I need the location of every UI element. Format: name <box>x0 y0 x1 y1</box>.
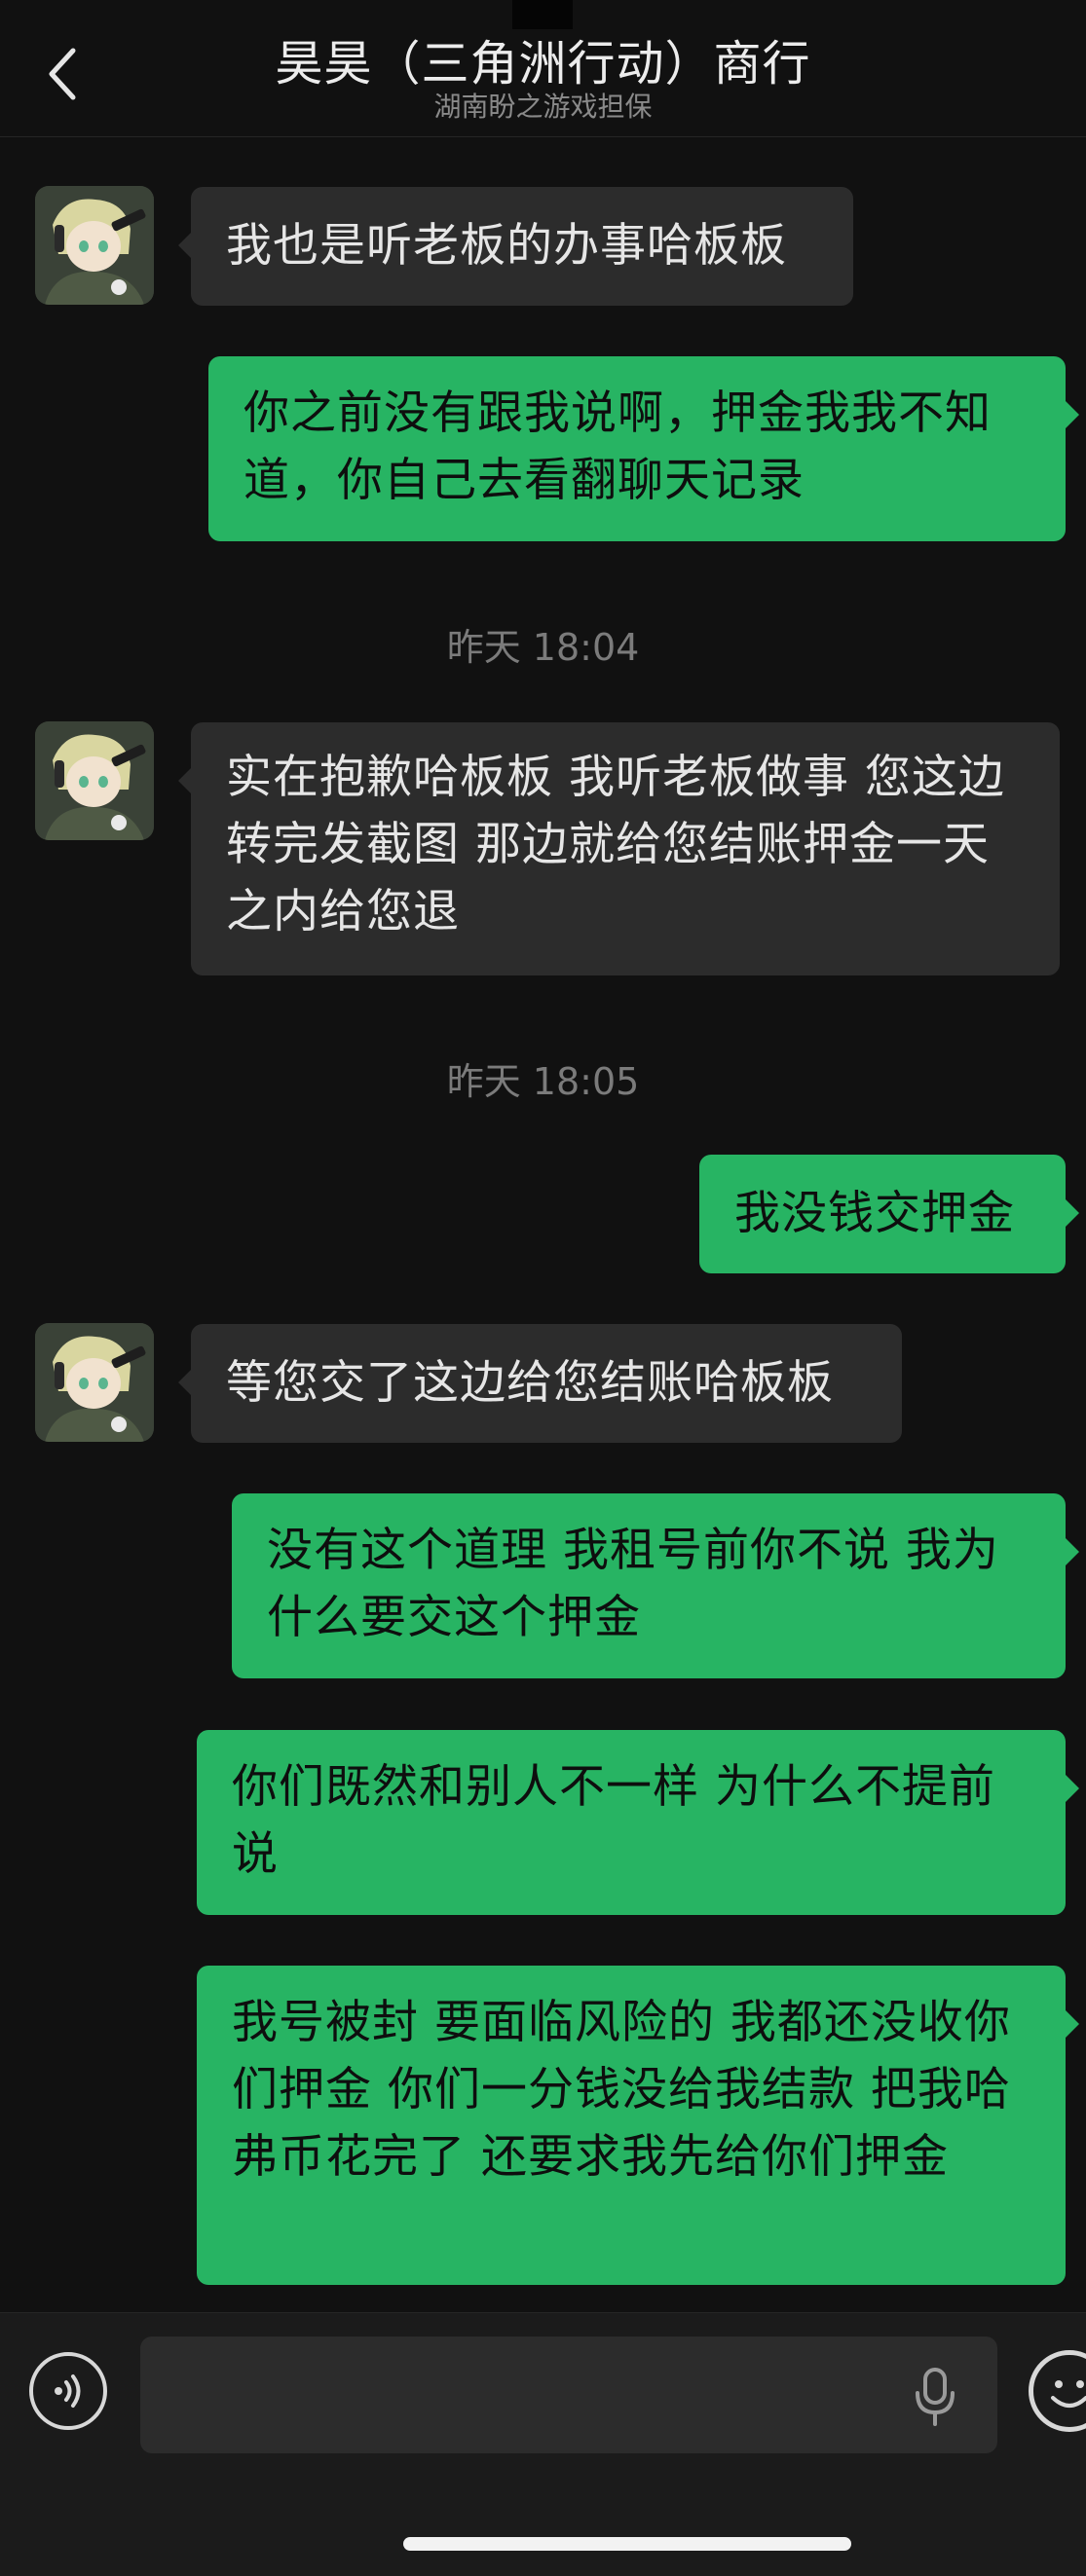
message-text: 我号被封 要面临风险的 我都还没收你们押金 你们一分钱没给我结款 把我哈弗币花完… <box>232 1996 1011 2184</box>
message-bubble-outgoing[interactable]: 没有这个道理 我租号前你不说 我为什么要交这个押金 <box>232 1493 1066 1678</box>
message-text: 等您交了这边给您结账哈板板 <box>226 1356 834 1410</box>
emoji-button[interactable] <box>1029 2350 1086 2432</box>
microphone-icon[interactable] <box>906 2366 964 2428</box>
chat-title: 昊昊（三角洲行动）商行 <box>275 36 811 92</box>
message-timestamp: 昨天 18:04 <box>446 626 640 669</box>
chat-input-bar <box>0 2312 1086 2576</box>
message-bubble-incoming[interactable]: 我也是听老板的办事哈板板 <box>191 187 853 306</box>
message-text: 你之前没有跟我说啊，押金我我不知道，你自己去看翻聊天记录 <box>243 386 992 507</box>
contact-avatar[interactable] <box>35 1323 154 1442</box>
emoji-icon <box>1051 2380 1086 2408</box>
bubble-tail <box>1066 1199 1079 1227</box>
bubble-tail <box>1066 2010 1079 2038</box>
message-timestamp: 昨天 18:05 <box>446 1060 640 1103</box>
bubble-tail <box>178 767 192 794</box>
voice-wave-icon <box>55 2374 81 2408</box>
message-text: 我也是听老板的办事哈板板 <box>226 219 787 273</box>
message-bubble-outgoing[interactable]: 你们既然和别人不一样 为什么不提前说 <box>197 1730 1066 1915</box>
message-text: 实在抱歉哈板板 我听老板做事 您这边转完发截图 那边就给您结账押金一天之内给您退 <box>226 751 1005 938</box>
home-indicator <box>403 2537 851 2551</box>
message-text: 我没钱交押金 <box>734 1187 1015 1240</box>
message-bubble-incoming[interactable]: 实在抱歉哈板板 我听老板做事 您这边转完发截图 那边就给您结账押金一天之内给您退 <box>191 722 1060 975</box>
bubble-tail <box>1066 1775 1079 1802</box>
avatar-image <box>35 186 154 305</box>
message-bubble-outgoing[interactable]: 我没钱交押金 <box>699 1155 1066 1273</box>
avatar-image <box>35 1323 154 1442</box>
message-bubble-outgoing[interactable]: 你之前没有跟我说啊，押金我我不知道，你自己去看翻聊天记录 <box>208 356 1066 541</box>
message-bubble-incoming[interactable]: 等您交了这边给您结账哈板板 <box>191 1324 902 1443</box>
message-text: 你们既然和别人不一样 为什么不提前说 <box>232 1760 995 1881</box>
contact-avatar[interactable] <box>35 186 154 305</box>
bubble-tail <box>1066 1538 1079 1565</box>
bubble-tail <box>1066 401 1079 428</box>
voice-toggle-button[interactable] <box>29 2352 107 2430</box>
message-input[interactable] <box>140 2337 997 2453</box>
message-bubble-outgoing[interactable]: 我号被封 要面临风险的 我都还没收你们押金 你们一分钱没给我结款 把我哈弗币花完… <box>197 1966 1066 2285</box>
message-text: 没有这个道理 我租号前你不说 我为什么要交这个押金 <box>267 1524 999 1644</box>
chat-header: 昊昊（三角洲行动）商行 湖南盼之游戏担保 <box>0 0 1086 137</box>
avatar-image <box>35 721 154 840</box>
contact-avatar[interactable] <box>35 721 154 840</box>
bubble-tail <box>178 1369 192 1396</box>
bubble-tail <box>178 232 192 259</box>
chat-subtitle: 湖南盼之游戏担保 <box>433 91 653 123</box>
